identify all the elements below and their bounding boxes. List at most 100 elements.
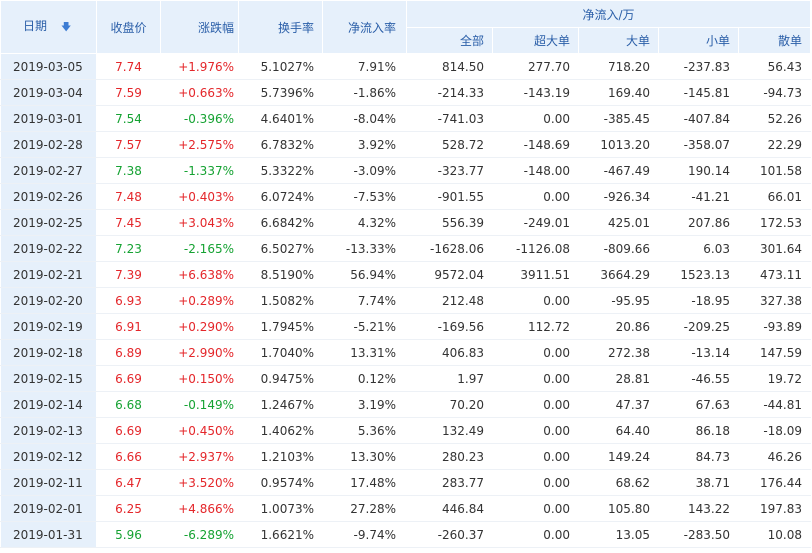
cell-date: 2019-02-11 [0,469,97,496]
cell-close: 7.57 [96,131,161,158]
cell-close: 7.54 [96,105,161,132]
cell-net-super-large: -249.01 [492,209,579,236]
cell-net-retail: 101.58 [738,157,811,184]
cell-change: +2.937% [160,443,239,470]
cell-change: +0.450% [160,417,239,444]
table-row[interactable]: 2019-02-28 7.57 +2.575% 6.7832% 3.92% 528.72-… [0,131,811,158]
cell-turnover: 5.7396% [238,79,323,106]
cell-turnover: 0.9574% [238,469,323,496]
column-header-date-label: 日期 [23,19,48,33]
table-row[interactable]: 2019-02-22 7.23 -2.165% 6.5027% -13.33% -1628… [0,235,811,262]
cell-date: 2019-02-12 [0,443,97,470]
cell-net-super-large: 0.00 [492,495,579,522]
cell-date: 2019-02-15 [0,365,97,392]
cell-date: 2019-02-28 [0,131,97,158]
cell-net-small: 6.03 [658,235,739,262]
cell-change: -0.396% [160,105,239,132]
cell-date: 2019-02-19 [0,313,97,340]
table-row[interactable]: 2019-02-11 6.47 +3.520% 0.9574% 17.48% 283.77… [0,469,811,496]
cell-change: -0.149% [160,391,239,418]
table-row[interactable]: 2019-01-31 5.96 -6.289% 1.6621% -9.74% -260.3… [0,521,811,548]
cell-net-super-large: -148.00 [492,157,579,184]
cell-date: 2019-03-01 [0,105,97,132]
cell-net-small: -145.81 [658,79,739,106]
cell-change: +1.976% [160,53,239,80]
cell-close: 5.96 [96,521,161,548]
column-header-super-large[interactable]: 超大单 [492,27,579,54]
cell-net-rate: 4.32% [322,209,407,236]
sort-down-arrow-icon[interactable]: 🡇 [61,20,71,37]
cell-net-all: -1628.06 [406,235,493,262]
cell-change: +0.150% [160,365,239,392]
column-header-small[interactable]: 小单 [658,27,739,54]
column-header-change[interactable]: 涨跌幅 [160,0,239,54]
cell-turnover: 1.2103% [238,443,323,470]
cell-net-retail: 327.38 [738,287,811,314]
cell-net-small: -18.95 [658,287,739,314]
cell-net-all: 814.50 [406,53,493,80]
table-body: 2019-03-05 7.74 +1.976% 5.1027% 7.91% 814.50 2… [0,53,811,548]
cell-close: 6.89 [96,339,161,366]
cell-turnover: 6.5027% [238,235,323,262]
cell-change: -1.337% [160,157,239,184]
table-row[interactable]: 2019-02-13 6.69 +0.450% 1.4062% 5.36% 132.49 0… [0,417,811,444]
table-row[interactable]: 2019-02-18 6.89 +2.990% 1.7040% 13.31% 406.83… [0,339,811,366]
cell-net-retail: 52.26 [738,105,811,132]
cell-net-super-large: 277.70 [492,53,579,80]
column-header-all[interactable]: 全部 [406,27,493,54]
table-row[interactable]: 2019-02-01 6.25 +4.866% 1.0073% 27.28% 446.84… [0,495,811,522]
cell-net-all: 280.23 [406,443,493,470]
cell-turnover: 1.0073% [238,495,323,522]
table-row[interactable]: 2019-03-05 7.74 +1.976% 5.1027% 7.91% 814.50 2… [0,53,811,80]
cell-turnover: 1.7945% [238,313,323,340]
cell-date: 2019-02-25 [0,209,97,236]
cell-net-large: -467.49 [578,157,659,184]
table-row[interactable]: 2019-02-19 6.91 +0.290% 1.7945% -5.21% -169.5… [0,313,811,340]
table-row[interactable]: 2019-02-26 7.48 +0.403% 6.0724% -7.53% -901.5… [0,183,811,210]
cell-date: 2019-02-01 [0,495,97,522]
column-header-net-rate[interactable]: 净流入率 [322,0,407,54]
cell-change: +0.663% [160,79,239,106]
cell-net-rate: 17.48% [322,469,407,496]
cell-net-super-large: 0.00 [492,339,579,366]
cell-net-super-large: 112.72 [492,313,579,340]
table-row[interactable]: 2019-02-15 6.69 +0.150% 0.9475% 0.12% 1.97 0.0… [0,365,811,392]
cell-net-rate: -13.33% [322,235,407,262]
column-header-close[interactable]: 收盘价 [96,0,161,54]
table-row[interactable]: 2019-03-01 7.54 -0.396% 4.6401% -8.04% -741.0… [0,105,811,132]
cell-net-retail: 10.08 [738,521,811,548]
cell-net-retail: -94.73 [738,79,811,106]
cell-date: 2019-03-05 [0,53,97,80]
cell-turnover: 5.1027% [238,53,323,80]
cell-close: 7.59 [96,79,161,106]
cell-net-rate: -5.21% [322,313,407,340]
cell-date: 2019-02-21 [0,261,97,288]
cell-net-super-large: -143.19 [492,79,579,106]
cell-net-all: -214.33 [406,79,493,106]
table-row[interactable]: 2019-02-21 7.39 +6.638% 8.5190% 56.94% 9572.0… [0,261,811,288]
table-row[interactable]: 2019-03-04 7.59 +0.663% 5.7396% -1.86% -214.3… [0,79,811,106]
cell-net-rate: 56.94% [322,261,407,288]
table-row[interactable]: 2019-02-12 6.66 +2.937% 1.2103% 13.30% 280.23… [0,443,811,470]
cell-net-all: 406.83 [406,339,493,366]
cell-net-rate: 3.19% [322,391,407,418]
cell-net-large: 13.05 [578,521,659,548]
table-row[interactable]: 2019-02-20 6.93 +0.289% 1.5082% 7.74% 212.48 0… [0,287,811,314]
cell-change: -2.165% [160,235,239,262]
column-header-date[interactable]: 日期 🡇 [0,0,97,54]
cell-net-super-large: 0.00 [492,183,579,210]
column-header-turnover[interactable]: 换手率 [238,0,323,54]
table-row[interactable]: 2019-02-14 6.68 -0.149% 1.2467% 3.19% 70.20 0.… [0,391,811,418]
cell-change: +0.290% [160,313,239,340]
cell-net-rate: 7.74% [322,287,407,314]
column-header-large[interactable]: 大单 [578,27,659,54]
cell-close: 7.48 [96,183,161,210]
cell-net-retail: 56.43 [738,53,811,80]
cell-net-large: 47.37 [578,391,659,418]
cell-turnover: 6.7832% [238,131,323,158]
cell-net-large: 272.38 [578,339,659,366]
cell-close: 7.74 [96,53,161,80]
column-header-retail[interactable]: 散单 [738,27,811,54]
table-row[interactable]: 2019-02-27 7.38 -1.337% 5.3322% -3.09% -323.7… [0,157,811,184]
table-row[interactable]: 2019-02-25 7.45 +3.043% 6.6842% 4.32% 556.39-… [0,209,811,236]
